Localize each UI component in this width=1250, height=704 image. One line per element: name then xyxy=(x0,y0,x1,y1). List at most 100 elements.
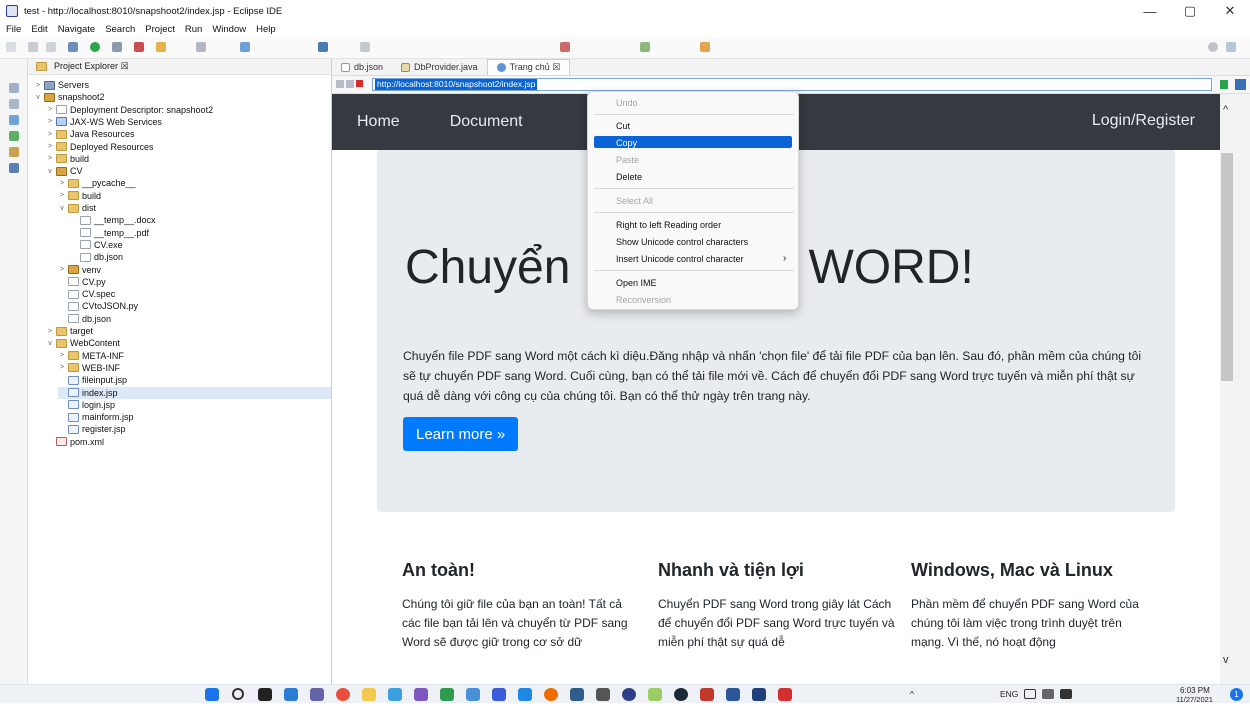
display-icon[interactable] xyxy=(1024,689,1036,699)
tree-item-dist-db-json[interactable]: db.json xyxy=(70,251,331,263)
tree-item-jax-ws-web-services[interactable]: > JAX-WS Web Services xyxy=(46,116,331,128)
menu-help[interactable]: Help xyxy=(256,24,276,35)
expand-chevron-icon[interactable]: > xyxy=(46,143,54,150)
expand-chevron-icon[interactable]: > xyxy=(58,364,66,371)
back-arrow-icon[interactable] xyxy=(336,80,344,88)
tree-item-target[interactable]: > target xyxy=(46,325,331,337)
app-icon[interactable] xyxy=(648,688,662,701)
expand-chevron-icon[interactable]: v xyxy=(46,168,54,175)
scroll-up-icon[interactable]: ^ xyxy=(1223,104,1228,116)
menu-undo[interactable]: Undo xyxy=(616,98,638,108)
menu-cut[interactable]: Cut xyxy=(616,121,630,131)
tree-item-temp-docx[interactable]: __temp__.docx xyxy=(70,214,331,226)
menu-run[interactable]: Run xyxy=(185,24,202,35)
tree-item-cv[interactable]: v CV xyxy=(46,165,331,177)
tree-item-pom-xml[interactable]: pom.xml xyxy=(46,436,331,448)
tree-item-cv-db-json[interactable]: db.json xyxy=(58,313,331,325)
steam-icon[interactable] xyxy=(674,688,688,701)
app-icon[interactable] xyxy=(752,688,766,701)
menu-file[interactable]: File xyxy=(6,24,21,35)
app-icon[interactable] xyxy=(388,688,402,701)
tree-item-mainform-jsp[interactable]: mainform.jsp xyxy=(58,411,331,423)
tree-item-java-resources[interactable]: > Java Resources xyxy=(46,128,331,140)
tree-item-webcontent[interactable]: v WebContent xyxy=(46,337,331,349)
tree-item-meta-inf[interactable]: > META-INF xyxy=(58,350,331,362)
tree-item-venv[interactable]: > venv xyxy=(58,264,331,276)
eclipse-icon[interactable] xyxy=(622,688,636,701)
new-file-icon[interactable] xyxy=(6,42,16,52)
tray-chevron-icon[interactable]: ^ xyxy=(910,689,914,699)
tree-item-login-jsp[interactable]: login.jsp xyxy=(58,399,331,411)
menu-window[interactable]: Window xyxy=(212,24,246,35)
word-icon[interactable] xyxy=(726,688,740,701)
app-icon[interactable] xyxy=(440,688,454,701)
search-icon[interactable] xyxy=(1208,42,1218,52)
new-java-class-icon[interactable] xyxy=(134,42,144,52)
powerpoint-icon[interactable] xyxy=(700,688,714,701)
tree-item-cv-py[interactable]: CV.py xyxy=(58,276,331,288)
browser-tool-icon[interactable] xyxy=(1235,79,1246,90)
tab-trang-chu[interactable]: Trang chủ ☒ xyxy=(486,59,571,75)
menu-rtl-reading-order[interactable]: Right to left Reading order xyxy=(616,220,721,230)
annotation-icon[interactable] xyxy=(560,42,570,52)
app-icon[interactable] xyxy=(544,688,558,701)
search-tool-icon[interactable] xyxy=(196,42,206,52)
menu-edit[interactable]: Edit xyxy=(31,24,47,35)
vscode-icon[interactable] xyxy=(518,688,532,701)
expand-chevron-icon[interactable]: v xyxy=(46,340,54,347)
chrome-icon[interactable] xyxy=(336,688,350,701)
learn-more-button[interactable]: Learn more » xyxy=(403,417,519,451)
tree-item-fileinput-jsp[interactable]: fileinput.jsp xyxy=(58,374,331,386)
expand-chevron-icon[interactable]: v xyxy=(58,205,66,212)
tree-item-build[interactable]: > build xyxy=(46,153,331,165)
task-view-icon[interactable] xyxy=(258,688,272,701)
menu-insert-unicode[interactable]: Insert Unicode control character xyxy=(616,254,744,264)
language-indicator[interactable]: ENG xyxy=(1000,689,1018,699)
tab-db-json[interactable]: db.json xyxy=(332,59,392,75)
tree-item-pycache[interactable]: > __pycache__ xyxy=(58,177,331,189)
visual-studio-icon[interactable] xyxy=(414,688,428,701)
menu-paste[interactable]: Paste xyxy=(616,155,639,165)
expand-chevron-icon[interactable]: > xyxy=(58,192,66,199)
tree-item-dist[interactable]: v dist xyxy=(58,202,331,214)
menu-open-ime[interactable]: Open IME xyxy=(616,278,657,288)
tree-item-cv-exe[interactable]: CV.exe xyxy=(70,239,331,251)
perspective-icon[interactable] xyxy=(1226,42,1236,52)
widgets-icon[interactable] xyxy=(284,688,298,701)
teams-icon[interactable] xyxy=(310,688,324,701)
expand-chevron-icon[interactable]: > xyxy=(46,118,54,125)
forward-nav-icon[interactable] xyxy=(700,42,710,52)
expand-chevron-icon[interactable]: > xyxy=(58,352,66,359)
outline-view-icon[interactable] xyxy=(9,99,19,109)
expand-chevron-icon[interactable]: > xyxy=(58,266,66,273)
print-icon[interactable] xyxy=(46,42,56,52)
console-view-icon[interactable] xyxy=(9,115,19,125)
tree-item-index-jsp[interactable]: index.jsp xyxy=(58,386,331,399)
windows-start-icon[interactable] xyxy=(205,688,219,701)
open-type-icon[interactable] xyxy=(156,42,166,52)
scrollbar-thumb[interactable] xyxy=(1221,153,1233,381)
battery-icon[interactable] xyxy=(1060,689,1072,699)
app-icon[interactable] xyxy=(778,688,792,701)
tree-item-snapshoot2[interactable]: v snapshoot2 xyxy=(34,91,331,103)
menu-reconversion[interactable]: Reconversion xyxy=(616,295,671,305)
volume-icon[interactable] xyxy=(1042,689,1054,699)
nav-document[interactable]: Document xyxy=(450,113,523,131)
new-server-icon[interactable] xyxy=(112,42,122,52)
tree-item-deployment-descriptor[interactable]: > Deployment Descriptor: snapshoot2 xyxy=(46,104,331,116)
tree-item-servers[interactable]: > Servers xyxy=(34,79,331,91)
expand-chevron-icon[interactable]: v xyxy=(34,94,42,101)
restore-view-icon[interactable] xyxy=(9,83,19,93)
tree-item-deployed-resources[interactable]: > Deployed Resources xyxy=(46,141,331,153)
menu-copy[interactable]: Copy xyxy=(616,138,637,148)
nav-login-register[interactable]: Login/Register xyxy=(1092,112,1195,130)
app-icon[interactable] xyxy=(492,688,506,701)
web-browser-icon[interactable] xyxy=(240,42,250,52)
file-explorer-icon[interactable] xyxy=(362,688,376,701)
nav-home[interactable]: Home xyxy=(357,113,400,131)
save-icon[interactable] xyxy=(28,42,38,52)
expand-chevron-icon[interactable]: > xyxy=(58,180,66,187)
tree-item-register-jsp[interactable]: register.jsp xyxy=(58,423,331,435)
tree-item-cv-build[interactable]: > build xyxy=(58,190,331,202)
stop-icon[interactable] xyxy=(356,80,363,87)
